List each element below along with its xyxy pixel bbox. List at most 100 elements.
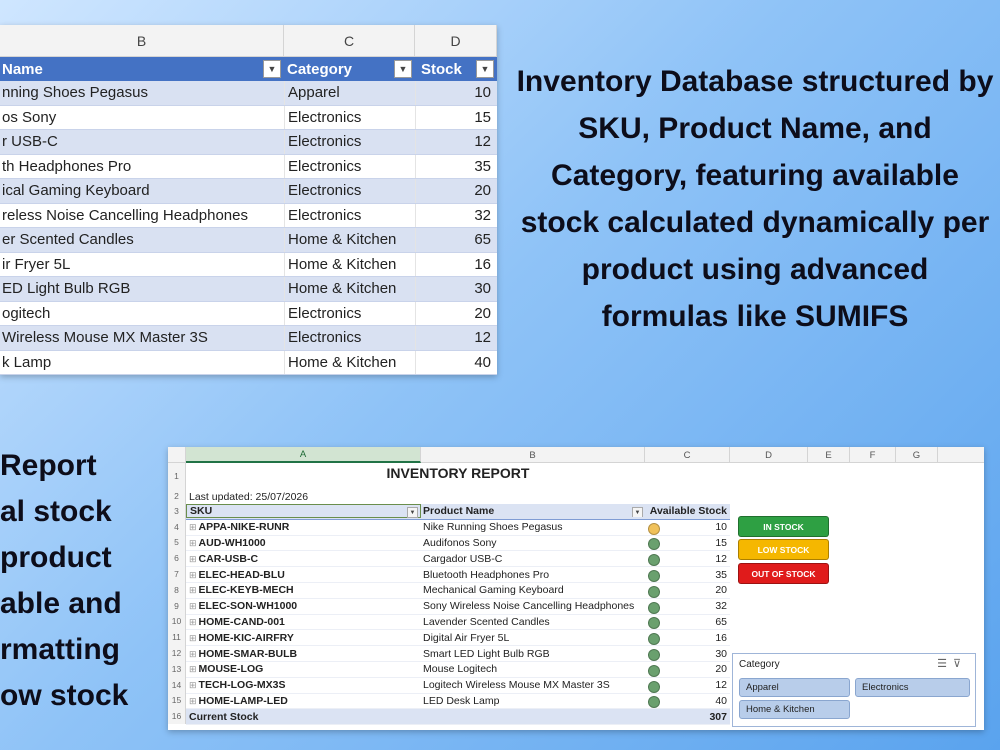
expand-icon[interactable]: ⊞ [189, 554, 197, 564]
cell-category[interactable]: Electronics [284, 203, 415, 227]
cell-category[interactable]: Home & Kitchen [284, 350, 415, 374]
cell-product-name[interactable]: Sony Wireless Noise Cancelling Headphone… [421, 600, 645, 612]
cell-available-stock[interactable]: 30 [645, 648, 730, 662]
cell-available-stock[interactable]: 65 [645, 616, 730, 630]
row-number[interactable]: 13 [168, 661, 185, 677]
cell-product-name[interactable]: Lavender Scented Candles [421, 616, 645, 628]
cell-stock[interactable]: 30 [415, 277, 497, 301]
expand-icon[interactable]: ⊞ [189, 680, 197, 690]
cell-product-name[interactable]: Mechanical Gaming Keyboard [421, 584, 645, 596]
cell-product-name[interactable]: Logitech Wireless Mouse MX Master 3S [421, 679, 645, 691]
cell-sku[interactable]: ⊞ TECH-LOG-MX3S [186, 679, 421, 691]
cell-stock[interactable]: 16 [415, 252, 497, 276]
cell-available-stock[interactable]: 35 [645, 569, 730, 583]
row-number[interactable]: 15 [168, 693, 185, 709]
cell-stock[interactable]: 32 [415, 203, 497, 227]
select-all-corner[interactable] [168, 447, 186, 463]
cell-stock[interactable]: 12 [415, 130, 497, 154]
cell-sku[interactable]: ⊞ HOME-KIC-AIRFRY [186, 632, 421, 644]
column-letter[interactable]: C [645, 447, 730, 463]
column-letter-d[interactable]: D [415, 25, 497, 56]
cell-sku[interactable]: ⊞ HOME-LAMP-LED [186, 695, 421, 707]
cell-sku[interactable]: ⊞ APPA-NIKE-RUNR [186, 521, 421, 533]
column-letter[interactable]: E [808, 447, 850, 463]
cell-available-stock[interactable]: 40 [645, 695, 730, 709]
cell-available-stock[interactable]: 12 [645, 679, 730, 693]
cell-stock[interactable]: 35 [415, 154, 497, 178]
cell-name[interactable]: ical Gaming Keyboard [0, 179, 284, 203]
clear-filter-icon[interactable]: ⊽ [953, 658, 967, 670]
cell-name[interactable]: th Headphones Pro [0, 155, 284, 179]
cell-available-stock[interactable]: 16 [645, 632, 730, 646]
expand-icon[interactable]: ⊞ [189, 601, 197, 611]
row-number[interactable]: 11 [168, 629, 185, 645]
cell-name[interactable]: os Sony [0, 106, 284, 130]
cell-product-name[interactable]: Nike Running Shoes Pegasus [421, 521, 645, 533]
row-number[interactable]: 7 [168, 566, 185, 582]
filter-dropdown-icon[interactable]: ▼ [632, 507, 643, 518]
row-number[interactable]: 12 [168, 645, 185, 661]
row-number[interactable]: 4 [168, 519, 185, 535]
row-number[interactable]: 6 [168, 550, 185, 566]
cell-product-name[interactable]: LED Desk Lamp [421, 695, 645, 707]
row-number[interactable]: 16 [168, 708, 185, 724]
cell-available-stock[interactable]: 20 [645, 584, 730, 598]
cell-name[interactable]: ir Fryer 5L [0, 253, 284, 277]
filter-dropdown-icon[interactable]: ▼ [394, 60, 412, 78]
slicer-item-apparel[interactable]: Apparel [739, 678, 850, 697]
cell-category[interactable]: Apparel [284, 81, 415, 105]
cell-product-name[interactable]: Bluetooth Headphones Pro [421, 569, 645, 581]
expand-icon[interactable]: ⊞ [189, 538, 197, 548]
cell-sku[interactable]: ⊞ CAR-USB-C [186, 553, 421, 565]
cell-name[interactable]: ED Light Bulb RGB [0, 277, 284, 301]
row-number[interactable]: 3 [168, 503, 185, 519]
multi-select-icon[interactable]: ☰ [937, 658, 953, 670]
cell-sku[interactable]: ⊞ MOUSE-LOG [186, 663, 421, 675]
cell-name[interactable]: er Scented Candles [0, 228, 284, 252]
expand-icon[interactable]: ⊞ [189, 617, 197, 627]
cell-name[interactable]: nning Shoes Pegasus [0, 81, 284, 105]
slicer-item-home-kitchen[interactable]: Home & Kitchen [739, 700, 850, 719]
cell-sku[interactable]: ⊞ HOME-CAND-001 [186, 616, 421, 628]
row-number[interactable]: 10 [168, 614, 185, 630]
cell-available-stock[interactable]: 15 [645, 537, 730, 551]
cell-stock[interactable]: 40 [415, 350, 497, 374]
expand-icon[interactable]: ⊞ [189, 570, 197, 580]
row-number[interactable]: 5 [168, 535, 185, 551]
column-letter-b[interactable]: B [0, 25, 284, 56]
column-letter-c[interactable]: C [284, 25, 415, 56]
cell-category[interactable]: Electronics [284, 105, 415, 129]
row-number[interactable]: 2 [168, 489, 185, 503]
column-letter[interactable]: B [421, 447, 645, 463]
cell-product-name[interactable]: Digital Air Fryer 5L [421, 632, 645, 644]
cell-stock[interactable]: 15 [415, 105, 497, 129]
cell-stock[interactable]: 20 [415, 179, 497, 203]
expand-icon[interactable]: ⊞ [189, 585, 197, 595]
cell-name[interactable]: k Lamp [0, 351, 284, 375]
cell-available-stock[interactable]: 32 [645, 600, 730, 614]
cell-sku[interactable]: ⊞ HOME-SMAR-BULB [186, 648, 421, 660]
cell-name[interactable]: Wireless Mouse MX Master 3S [0, 326, 284, 350]
column-letter[interactable]: A [186, 447, 421, 463]
cell-name[interactable]: ogitech [0, 302, 284, 326]
cell-category[interactable]: Electronics [284, 301, 415, 325]
expand-icon[interactable]: ⊞ [189, 522, 197, 532]
cell-stock[interactable]: 10 [415, 81, 497, 105]
row-number[interactable]: 1 [168, 463, 185, 489]
cell-product-name[interactable]: Mouse Logitech [421, 663, 645, 675]
filter-dropdown-icon[interactable]: ▼ [476, 60, 494, 78]
cell-category[interactable]: Electronics [284, 154, 415, 178]
expand-icon[interactable]: ⊞ [189, 664, 197, 674]
cell-available-stock[interactable]: 10 [645, 521, 730, 535]
expand-icon[interactable]: ⊞ [189, 633, 197, 643]
cell-category[interactable]: Electronics [284, 179, 415, 203]
cell-stock[interactable]: 20 [415, 301, 497, 325]
cell-category[interactable]: Home & Kitchen [284, 228, 415, 252]
cell-sku[interactable]: ⊞ AUD-WH1000 [186, 537, 421, 549]
cell-name[interactable]: r USB-C [0, 130, 284, 154]
cell-category[interactable]: Electronics [284, 130, 415, 154]
cell-stock[interactable]: 65 [415, 228, 497, 252]
cell-name[interactable]: reless Noise Cancelling Headphones [0, 204, 284, 228]
cell-category[interactable]: Home & Kitchen [284, 252, 415, 276]
cell-product-name[interactable]: Smart LED Light Bulb RGB [421, 648, 645, 660]
